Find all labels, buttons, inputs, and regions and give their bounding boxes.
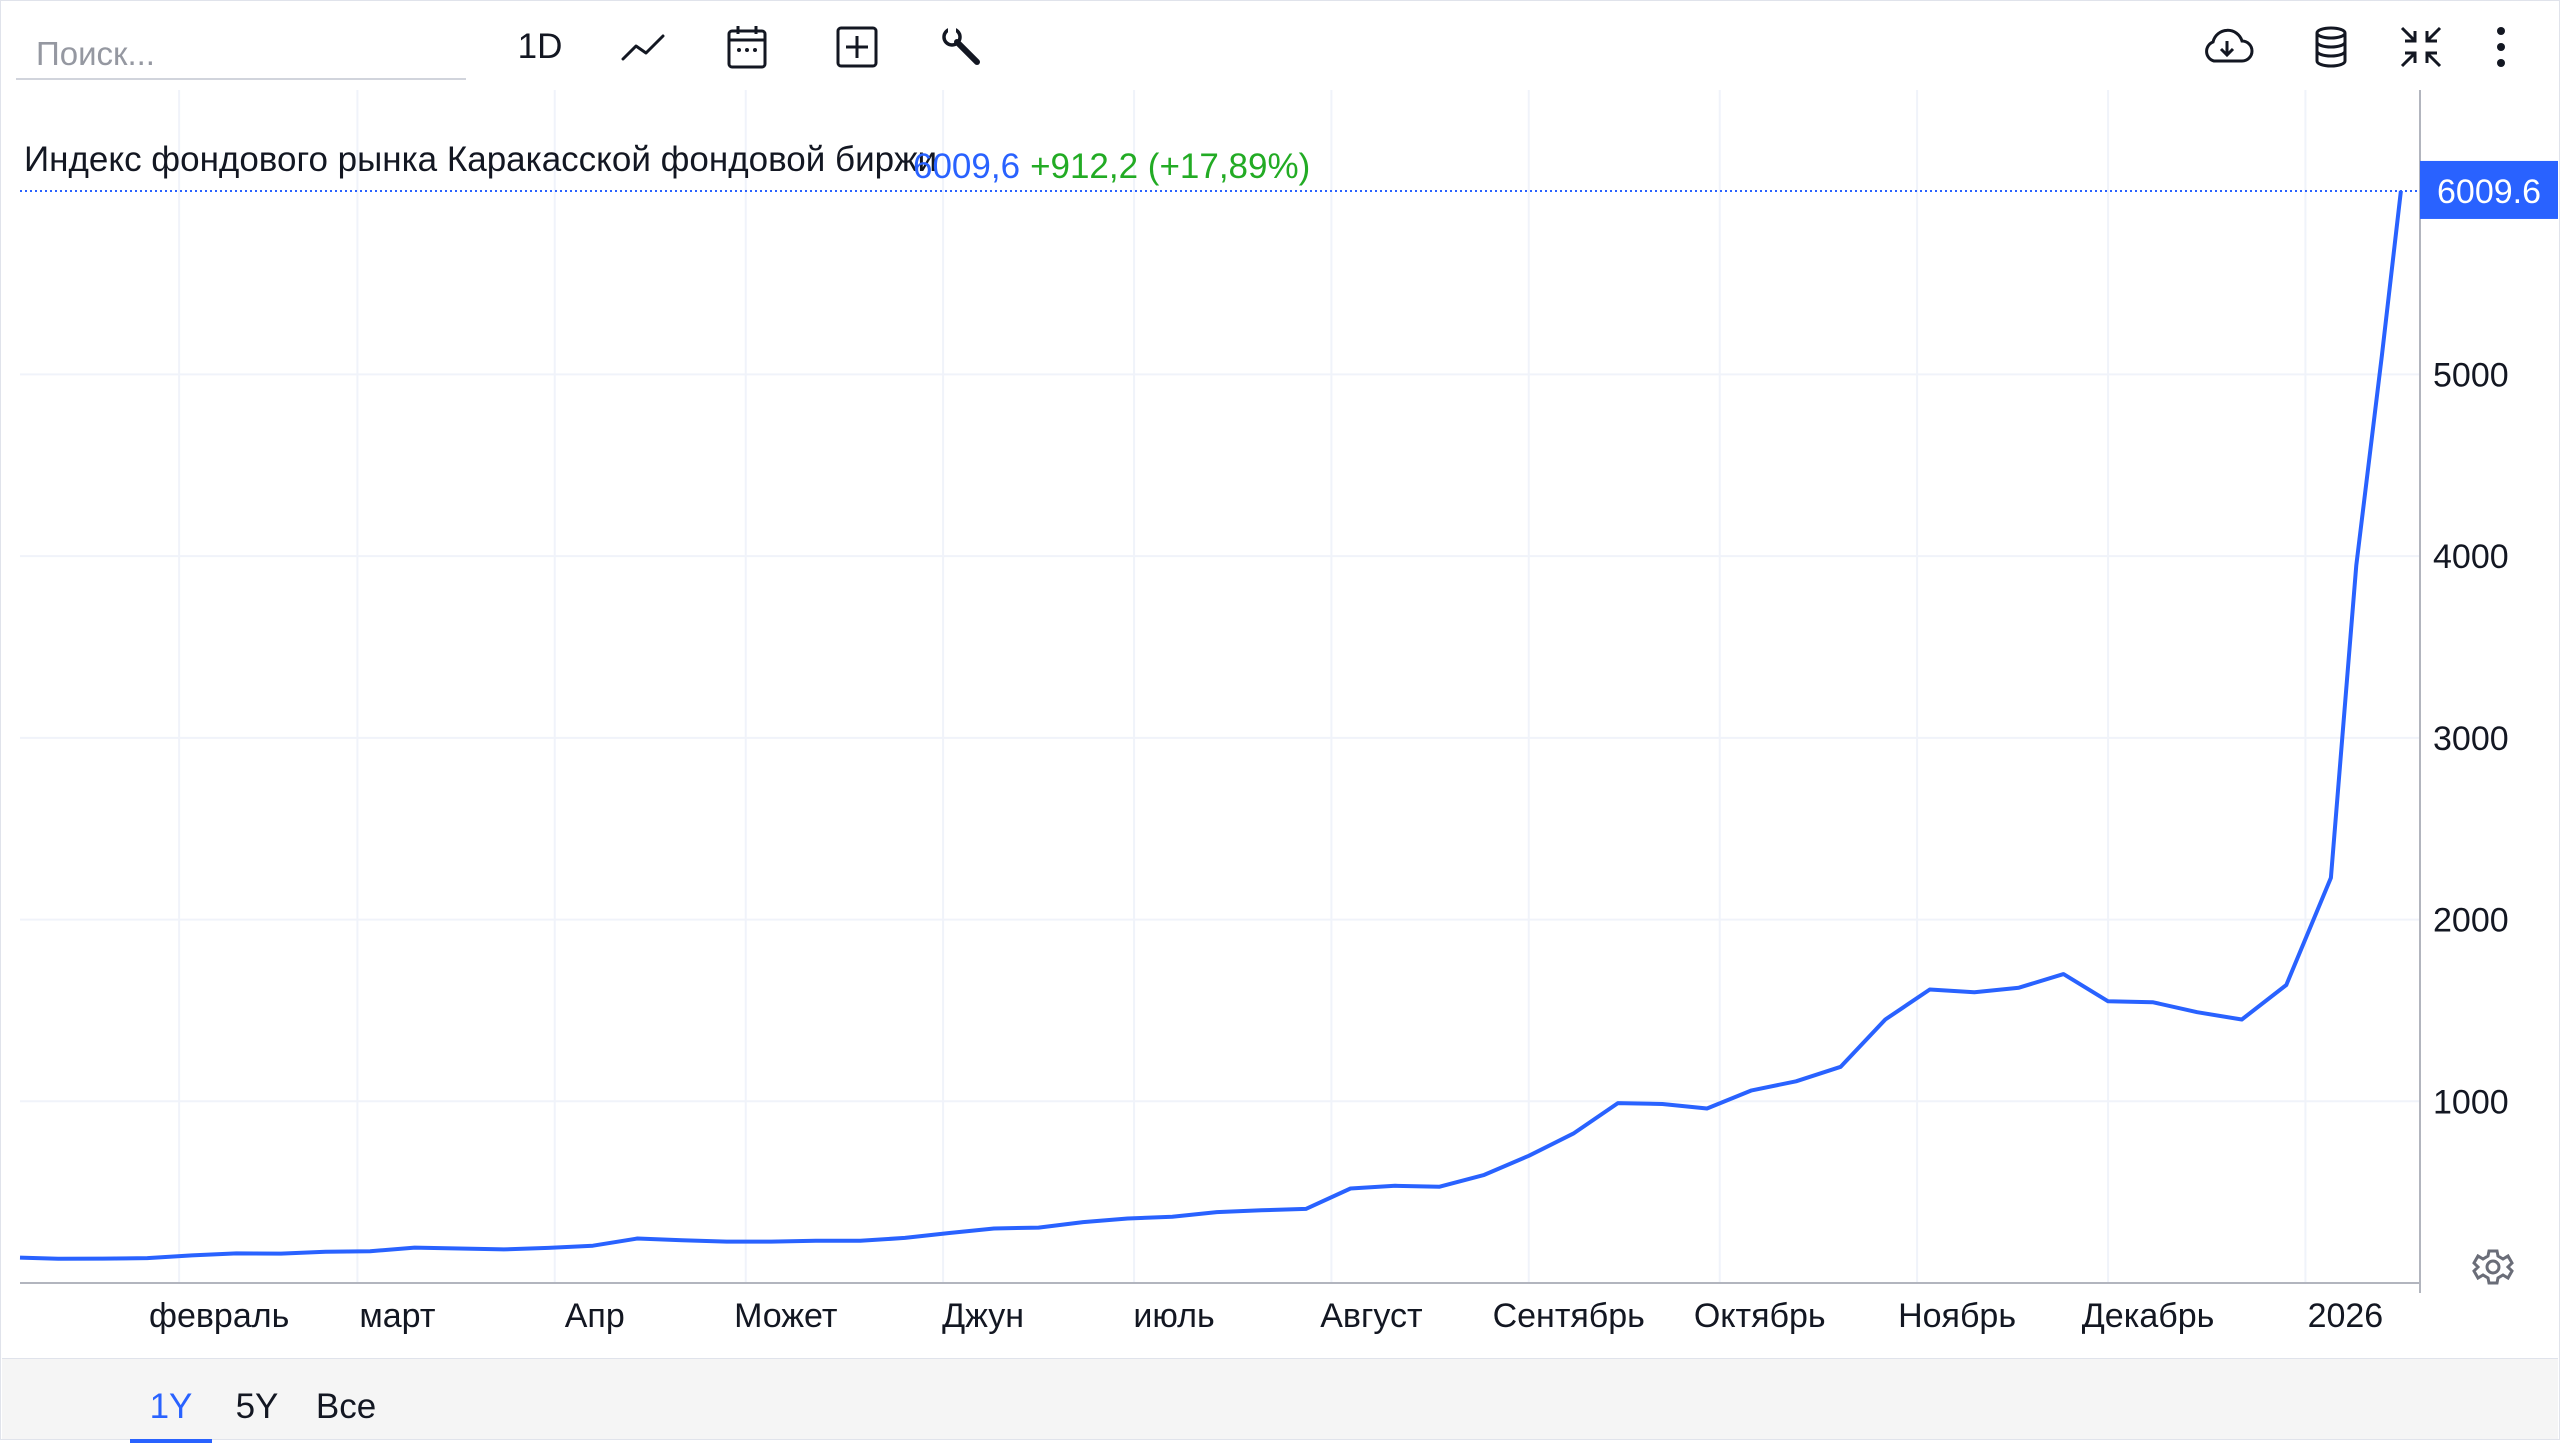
range-tab-5y[interactable]: 5Y bbox=[234, 1387, 280, 1439]
last-price-badge-label: 6009.6 bbox=[2437, 173, 2541, 211]
y-tick-label: 5000 bbox=[2433, 356, 2509, 394]
grid bbox=[20, 90, 2420, 1283]
y-tick-label: 3000 bbox=[2433, 720, 2509, 758]
x-tick-label: Апр bbox=[565, 1297, 625, 1335]
axis-labels: 1000 2000 3000 4000 5000 февраль март Апр Может Д… bbox=[149, 160, 2558, 1335]
price-change: +912,2 (+17,89%) bbox=[1030, 147, 1311, 186]
y-tick-label: 2000 bbox=[2433, 902, 2509, 940]
range-tab-1y[interactable]: 1Y bbox=[130, 1387, 212, 1443]
range-tab-all[interactable]: Все bbox=[314, 1387, 378, 1439]
x-tick-label: март bbox=[359, 1297, 435, 1335]
x-tick-label: февраль bbox=[149, 1297, 289, 1335]
x-tick-label: Сентябрь bbox=[1493, 1297, 1645, 1335]
price-value: 6009,6 bbox=[913, 147, 1021, 186]
y-tick-label: 1000 bbox=[2433, 1083, 2509, 1121]
chart-title: Индекс фондового рынка Каракасской фондо… bbox=[24, 140, 938, 179]
range-bar: 1Y 5Y Все bbox=[2, 1358, 2558, 1443]
chart-area: 1000 2000 3000 4000 5000 февраль март Апр Может Д… bbox=[19, 90, 2558, 1335]
y-tick-label: 4000 bbox=[2433, 538, 2509, 576]
x-tick-label: Может bbox=[734, 1297, 837, 1335]
x-tick-label: Джун bbox=[942, 1297, 1024, 1335]
chart-settings-button[interactable] bbox=[2468, 1242, 2518, 1292]
x-tick-label: Ноябрь bbox=[1898, 1297, 2016, 1335]
x-tick-label: Декабрь bbox=[2082, 1297, 2215, 1335]
x-tick-label: 2026 bbox=[2308, 1297, 2384, 1335]
x-tick-label: Август bbox=[1320, 1297, 1422, 1335]
series-layer bbox=[19, 189, 2420, 1261]
series-line bbox=[19, 190, 2403, 1261]
x-tick-label: июль bbox=[1133, 1297, 1214, 1335]
axes bbox=[20, 90, 2421, 1293]
price-info: 6009,6 +912,2 (+17,89%) bbox=[913, 147, 1310, 187]
x-tick-label: Октябрь bbox=[1694, 1297, 1826, 1335]
gear-icon bbox=[2472, 1249, 2514, 1285]
